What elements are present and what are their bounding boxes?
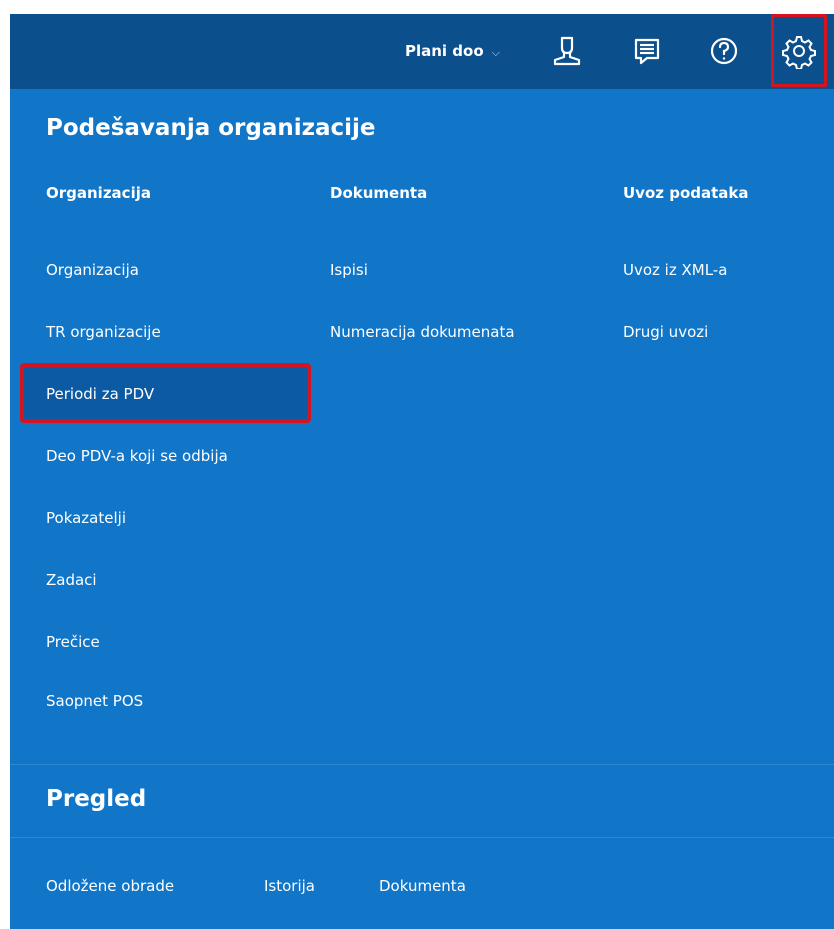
column-heading-dokumenta: Dokumenta (330, 184, 428, 202)
gear-icon (781, 33, 817, 69)
column-heading-organizacija: Organizacija (46, 184, 151, 202)
link-odlozene-obrade[interactable]: Odložene obrade (46, 877, 174, 895)
link-periodi-za-pdv[interactable]: Periodi za PDV (46, 385, 154, 403)
link-organizacija[interactable]: Organizacija (46, 261, 139, 279)
link-ispisi[interactable]: Ispisi (330, 261, 368, 279)
link-precice[interactable]: Prečice (46, 633, 100, 651)
chevron-down-icon: ⌵ (491, 46, 500, 59)
settings-panel: Podešavanja organizacije Organizacija Do… (10, 89, 834, 929)
link-pokazatelji[interactable]: Pokazatelji (46, 509, 126, 527)
overview-title: Pregled (46, 786, 147, 812)
link-zadaci[interactable]: Zadaci (46, 571, 97, 589)
link-numeracija-dokumenata[interactable]: Numeracija dokumenata (330, 323, 515, 341)
column-heading-uvoz-podataka: Uvoz podataka (623, 184, 749, 202)
link-saopnet-pos[interactable]: Saopnet POS (46, 692, 143, 710)
messages-icon[interactable] (629, 33, 665, 69)
divider (10, 837, 834, 838)
settings-button[interactable] (771, 14, 827, 87)
help-icon[interactable] (706, 33, 742, 69)
divider (10, 764, 834, 765)
link-dokumenta[interactable]: Dokumenta (379, 877, 466, 895)
link-istorija[interactable]: Istorija (264, 877, 315, 895)
company-name: Plani doo (405, 42, 484, 60)
user-icon[interactable] (549, 33, 585, 69)
top-bar: Plani doo ⌵ (10, 14, 834, 89)
link-uvoz-iz-xml[interactable]: Uvoz iz XML-a (623, 261, 727, 279)
company-selector[interactable]: Plani doo ⌵ (405, 14, 500, 89)
link-deo-pdv-a[interactable]: Deo PDV-a koji se odbija (46, 447, 228, 465)
link-tr-organizacije[interactable]: TR organizacije (46, 323, 161, 341)
link-drugi-uvozi[interactable]: Drugi uvozi (623, 323, 708, 341)
settings-title: Podešavanja organizacije (46, 115, 376, 141)
